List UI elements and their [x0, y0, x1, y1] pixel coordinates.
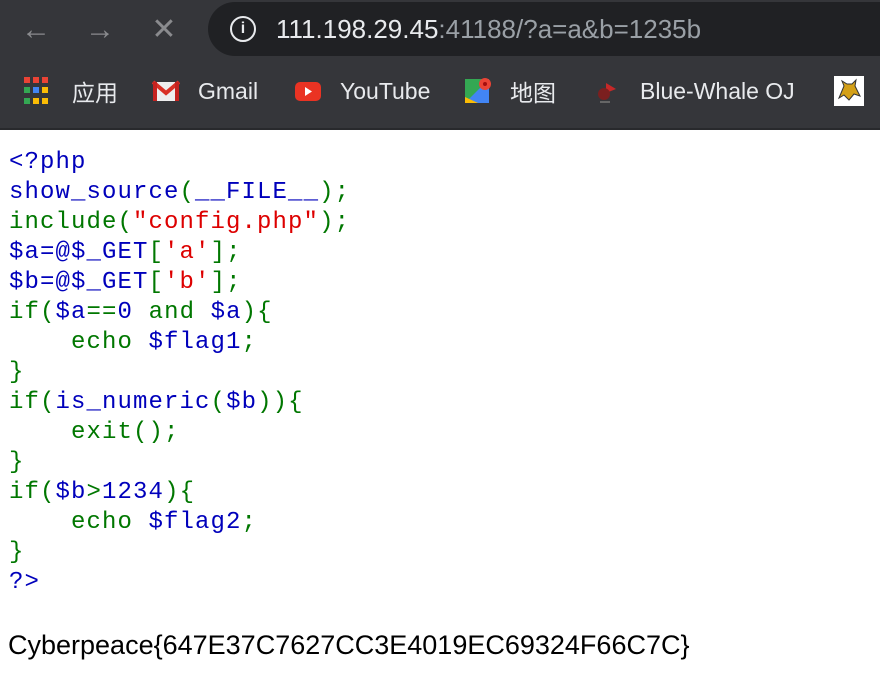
- code-line: echo $flag2;: [9, 508, 350, 538]
- code-token: );: [319, 209, 351, 236]
- code-token: is_numeric: [55, 389, 211, 416]
- code-token: 'b': [164, 269, 211, 296]
- code-token: if(: [9, 389, 56, 416]
- code-line: $a=@$_GET['a'];: [9, 238, 350, 268]
- code-token: $a: [210, 299, 242, 326]
- tomcat-icon: [834, 76, 864, 106]
- code-token: if(: [9, 479, 56, 506]
- code-token: 0: [117, 299, 149, 326]
- flag-output: Cyberpeace{647E37C7627CC3E4019EC69324F66…: [8, 630, 690, 660]
- blue-whale-icon: [594, 77, 622, 105]
- maps-icon: [464, 77, 492, 105]
- bookmark-blue-whale-oj[interactable]: Blue-Whale OJ: [594, 76, 795, 106]
- code-line: include("config.php");: [9, 208, 350, 238]
- code-token: )){: [257, 389, 304, 416]
- code-token: echo: [9, 509, 149, 536]
- code-token: <?php: [9, 149, 87, 176]
- code-token: }: [9, 539, 25, 566]
- code-token: $a=@$_GET: [9, 239, 149, 266]
- bookmark-gmail[interactable]: Gmail: [151, 76, 259, 106]
- code-token: $b=@$_GET: [9, 269, 149, 296]
- code-line: echo $flag1;: [9, 328, 350, 358]
- bookmark-maps[interactable]: 地图: [464, 76, 556, 106]
- gmail-icon: [151, 77, 181, 105]
- bookmark-youtube[interactable]: YouTube: [294, 76, 430, 106]
- code-line: }: [9, 448, 350, 478]
- url-host: 111.198.29.45: [276, 14, 439, 44]
- youtube-icon: [294, 77, 322, 105]
- code-token: $b: [226, 389, 258, 416]
- code-token: 'a': [164, 239, 211, 266]
- code-token: if(: [9, 299, 56, 326]
- url-path: :41188/?a=a&b=1235b: [438, 14, 702, 44]
- code-token: [: [148, 239, 165, 266]
- code-token: and: [148, 299, 211, 326]
- code-token: (: [210, 389, 227, 416]
- code-token: $flag2: [148, 509, 242, 536]
- php-source-code: <?php show_source(__FILE__); include("conf…: [9, 148, 350, 598]
- code-line: }: [9, 358, 350, 388]
- code-token: ];: [210, 239, 242, 266]
- code-token: [: [148, 269, 165, 296]
- bookmark-apps[interactable]: 应用: [22, 76, 118, 106]
- code-token: );: [319, 179, 351, 206]
- code-token: ?>: [9, 569, 41, 596]
- bookmark-label: YouTube: [340, 77, 431, 104]
- bookmark-label: 应用: [72, 80, 118, 106]
- code-line: $b=@$_GET['b'];: [9, 268, 350, 298]
- code-line: <?php: [9, 148, 350, 178]
- bookmark-label: Gmail: [198, 77, 259, 104]
- bookmark-tomcat[interactable]: [834, 76, 880, 106]
- bookmark-label: Blue-Whale OJ: [640, 77, 795, 104]
- code-token: $b: [55, 479, 87, 506]
- code-token: >: [86, 479, 103, 506]
- code-token: __FILE__: [195, 179, 320, 206]
- code-token: 1234: [102, 479, 165, 506]
- code-token: ];: [210, 269, 242, 296]
- code-token: show_source: [9, 179, 180, 206]
- bookmark-label: 地图: [510, 80, 556, 106]
- code-line: if($b>1234){: [9, 478, 350, 508]
- code-line: ?>: [9, 568, 350, 598]
- code-token: ){: [241, 299, 273, 326]
- url-text[interactable]: 111.198.29.45:41188/?a=a&b=1235b: [276, 14, 701, 44]
- arrow-left-icon[interactable]: ←: [16, 10, 56, 50]
- code-token: $a: [55, 299, 87, 326]
- code-token: }: [9, 359, 25, 386]
- code-line: if(is_numeric($b)){: [9, 388, 350, 418]
- code-line: }: [9, 538, 350, 568]
- code-token: exit();: [9, 419, 180, 446]
- code-token: "config.php": [133, 209, 320, 236]
- code-line: show_source(__FILE__);: [9, 178, 350, 208]
- code-token: include(: [9, 209, 134, 236]
- arrow-right-icon[interactable]: →: [80, 10, 120, 50]
- bookmarks-bar: 应用 Gmail YouTube 地图 Blue-Whale OJ: [0, 62, 880, 130]
- code-token: echo: [9, 329, 149, 356]
- code-token: ){: [164, 479, 196, 506]
- code-token: (: [179, 179, 196, 206]
- code-token: ==: [86, 299, 118, 326]
- browser-toolbar: ← → ✕ i 111.198.29.45:41188/?a=a&b=1235b: [0, 0, 880, 62]
- code-token: }: [9, 449, 25, 476]
- info-icon[interactable]: i: [230, 16, 256, 42]
- code-token: ;: [241, 329, 258, 356]
- apps-grid-icon: [22, 75, 54, 107]
- code-token: ;: [241, 509, 258, 536]
- code-line: if($a==0 and $a){: [9, 298, 350, 328]
- address-bar[interactable]: i 111.198.29.45:41188/?a=a&b=1235b: [208, 2, 880, 56]
- close-icon[interactable]: ✕: [144, 10, 184, 50]
- code-token: $flag1: [148, 329, 242, 356]
- code-line: exit();: [9, 418, 350, 448]
